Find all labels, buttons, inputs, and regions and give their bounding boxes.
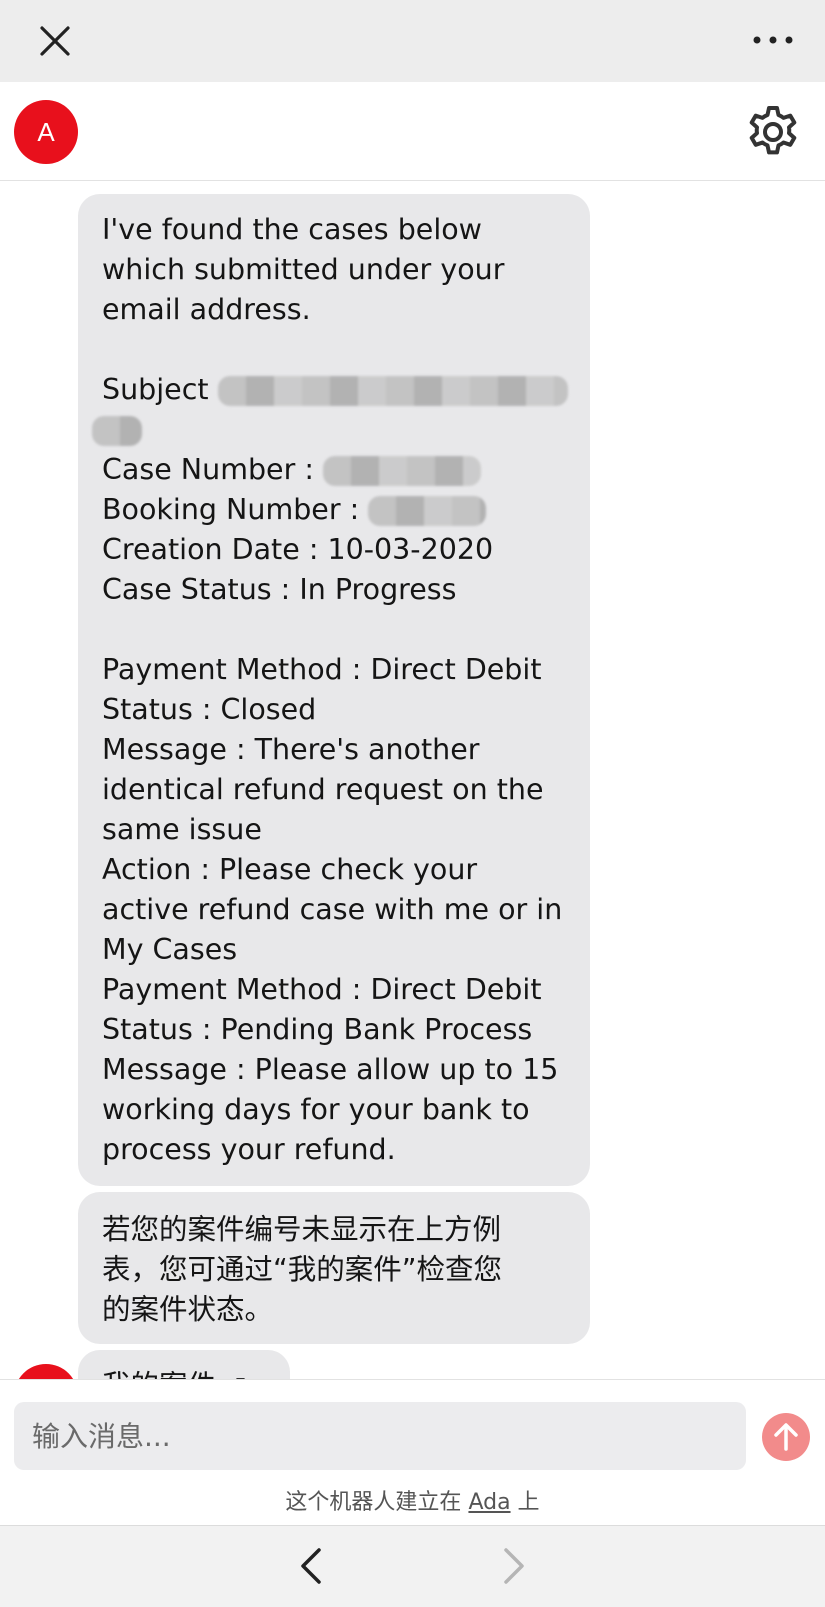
refund-action: My Cases (102, 933, 238, 966)
more-horizontal-icon[interactable] (751, 30, 795, 50)
send-button[interactable] (762, 1413, 810, 1461)
payment-method: Payment Method : Direct Debit (102, 973, 542, 1006)
message-text: which submitted under your (102, 253, 505, 286)
chevron-right-icon[interactable] (496, 1546, 530, 1586)
refund-message: process your refund. (102, 1133, 396, 1166)
my-cases-button[interactable]: 我的案件 ↗ (78, 1350, 290, 1379)
message-list[interactable]: I've found the cases below which submitt… (0, 181, 825, 1379)
chat-header: A (0, 82, 825, 181)
refund-action: active refund case with me or in (102, 893, 563, 926)
message-text: I've found the cases below (102, 213, 482, 246)
composer: 这个机器人建立在 Ada 上 (0, 1379, 825, 1526)
powered-prefix: 这个机器人建立在 (285, 1490, 462, 1515)
ada-link[interactable]: Ada (468, 1490, 510, 1515)
redacted-subject (217, 376, 568, 406)
payment-method: Payment Method : Direct Debit (102, 653, 542, 686)
powered-suffix: 上 (517, 1490, 540, 1515)
message-input[interactable] (14, 1402, 746, 1470)
refund-message: working days for your bank to (102, 1093, 530, 1126)
hint-text: 的案件状态。 (102, 1293, 274, 1326)
close-icon[interactable] (36, 22, 74, 60)
refund-message: Message : Please allow up to 15 (102, 1053, 559, 1086)
redacted-subject-tail (92, 416, 142, 446)
hint-text: 表，您可通过“我的案件”检查您 (102, 1253, 503, 1286)
browser-nav-bar (0, 1525, 825, 1607)
powered-by: 这个机器人建立在 Ada 上 (0, 1484, 825, 1516)
chevron-left-icon[interactable] (295, 1546, 329, 1586)
subject-label: Subject (102, 373, 209, 406)
case-status: Case Status : In Progress (102, 573, 457, 606)
creation-date: Creation Date : 10-03-2020 (102, 533, 494, 566)
message-text: email address. (102, 293, 311, 326)
top-bar (0, 0, 825, 82)
case-number-label: Case Number : (102, 453, 314, 486)
bot-message-cases: I've found the cases below which submitt… (78, 194, 590, 1186)
arrow-up-icon (774, 1423, 798, 1451)
refund-status: Status : Pending Bank Process (102, 1013, 533, 1046)
refund-message: identical refund request on the (102, 773, 544, 806)
bot-message-hint: 若您的案件编号未显示在上方例 表，您可通过“我的案件”检查您 的案件状态。 (78, 1192, 590, 1344)
avatar-letter: A (37, 116, 55, 147)
hint-text: 若您的案件编号未显示在上方例 (102, 1213, 502, 1246)
refund-action: Action : Please check your (102, 853, 478, 886)
refund-message: Message : There's another (102, 733, 480, 766)
refund-message: same issue (102, 813, 262, 846)
bot-avatar-small (14, 1364, 78, 1379)
bot-avatar: A (14, 100, 78, 164)
booking-number-label: Booking Number : (102, 493, 360, 526)
my-cases-label: 我的案件 ↗ (102, 1366, 266, 1379)
subject-line: Subject (102, 370, 568, 410)
subject-line-continued (92, 410, 566, 450)
refund-status: Status : Closed (102, 693, 317, 726)
case-number-line: Case Number : (102, 450, 566, 490)
gear-icon[interactable] (745, 104, 801, 160)
redacted-case-number (323, 456, 482, 486)
redacted-booking-number (368, 496, 487, 526)
booking-number-line: Booking Number : (102, 490, 566, 530)
